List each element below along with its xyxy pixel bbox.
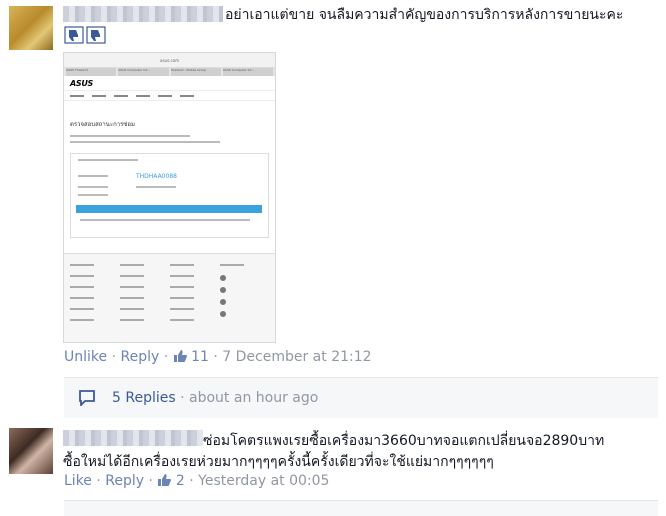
replies-link[interactable]: 5 Replies — [112, 390, 176, 406]
thumbs-down-icon — [86, 26, 106, 44]
site-nav — [64, 91, 275, 101]
browser-tab: ASUS Thailand — [66, 68, 117, 76]
social-icon — [220, 311, 226, 317]
site-footer — [64, 253, 275, 342]
reply-link[interactable]: Reply — [105, 473, 144, 489]
commenter-name-blurred[interactable] — [63, 6, 223, 22]
asus-logo: ASUS — [70, 78, 94, 88]
comment-actions: Like · Reply · 2 · Yesterday at 00:05 — [64, 473, 330, 489]
comment-actions: Unlike · Reply · 11 · 7 December at 21:1… — [64, 349, 372, 365]
browser-tab: Thailand - Mobile Group — [170, 68, 221, 76]
reply-link[interactable]: Reply — [120, 349, 159, 365]
rma-number: THDHAA0088 — [136, 173, 177, 180]
commenter-avatar[interactable] — [9, 6, 53, 50]
like-count[interactable]: 2 — [157, 473, 189, 489]
attached-screenshot[interactable]: asus.com ASUS Thailand ASUS Computer Int… — [63, 52, 276, 343]
thumbs-down-icon — [64, 26, 84, 44]
like-count[interactable]: 11 — [173, 349, 214, 365]
text-line — [78, 175, 108, 177]
like-icon — [158, 474, 172, 486]
comment-timestamp[interactable]: Yesterday at 00:05 — [198, 473, 329, 489]
text-line — [70, 135, 190, 137]
reply-arrow-icon — [79, 390, 95, 406]
text-line — [70, 141, 220, 143]
status-table-header — [76, 205, 262, 213]
comment-text: ซ่อมโคตรแพงเรยซื้อเครื่องมา3660บาทจอแตกเ… — [203, 433, 605, 449]
comment-timestamp[interactable]: 7 December at 21:12 — [222, 349, 371, 365]
unlike-link[interactable]: Unlike — [64, 349, 107, 365]
commenter-avatar[interactable] — [9, 428, 53, 474]
browser-url-bar: asus.com — [64, 53, 275, 68]
thumbs-down-emoticons — [64, 26, 106, 44]
page-title: ตรวจสอบสถานะการซ่อม — [70, 121, 135, 128]
table-row — [80, 219, 250, 221]
text-line — [78, 194, 108, 196]
text-line — [78, 186, 108, 188]
youtube-icon — [220, 299, 226, 305]
like-icon — [173, 350, 187, 362]
browser-tabs: ASUS Thailand ASUS Computer Int... Thail… — [64, 68, 275, 76]
text-line — [78, 159, 138, 161]
comment-text: ซื้อใหม่ได้อีกเครื่องเรยห่วยมากๆๆๆๆครั้ง… — [63, 454, 494, 470]
text-line — [136, 186, 176, 188]
commenter-name-blurred[interactable] — [63, 430, 203, 446]
browser-tab: ASUS Computer Int... — [118, 68, 169, 76]
twitter-icon — [220, 287, 226, 293]
like-link[interactable]: Like — [64, 473, 92, 489]
browser-tab: ASUS Computer Int... — [222, 68, 273, 76]
replies-bar[interactable]: 5 Replies · about an hour ago — [64, 377, 658, 418]
facebook-icon — [220, 275, 226, 281]
comment-text: อย่าเอาแต่ขาย จนลืมความสำคัญของการบริการ… — [225, 7, 624, 23]
replies-timestamp: about an hour ago — [189, 390, 319, 406]
asus-logo-bar: ASUS — [64, 76, 275, 91]
comment-divider — [64, 500, 658, 516]
